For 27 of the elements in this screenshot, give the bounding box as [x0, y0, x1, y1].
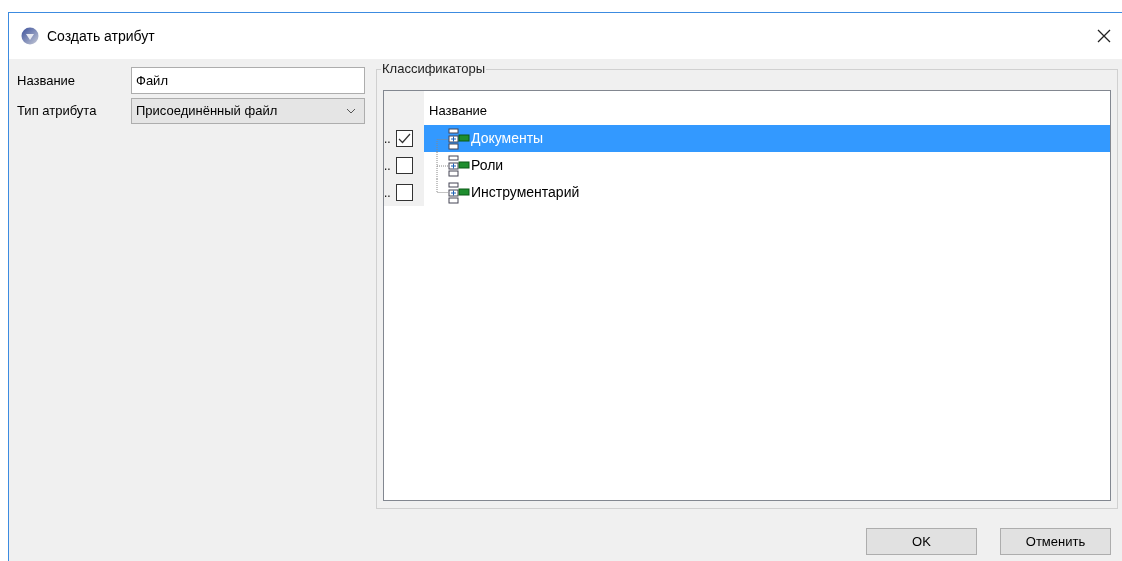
field-label: Тип атрибута: [16, 102, 98, 121]
row-checkbox[interactable]: [395, 130, 413, 147]
classifier-icon: [448, 154, 470, 177]
type-dropdown[interactable]: Присоединённый файл: [131, 98, 365, 124]
dialog-button[interactable]: Отменить: [1000, 528, 1111, 555]
row-prefix: ..: [384, 186, 391, 199]
row-prefix: ..: [384, 159, 391, 172]
app-logo-icon: [21, 27, 39, 45]
tree-item[interactable]: Инструментарий: [424, 179, 1110, 206]
tree-item-label: Роли: [471, 156, 504, 175]
column-header: Название: [428, 102, 488, 120]
close-icon: [1097, 29, 1111, 43]
chevron-down-icon: [346, 108, 356, 114]
dropdown-value: Присоединённый файл: [136, 102, 279, 121]
dialog-button[interactable]: OK: [866, 528, 977, 555]
window-title: Создать атрибут: [47, 26, 155, 46]
classifier-icon: [448, 127, 470, 150]
tree-item-label: Инструментарий: [471, 183, 580, 202]
classifier-icon: [448, 181, 470, 204]
row-prefix: ..: [384, 132, 391, 145]
tree-item[interactable]: Роли: [424, 152, 1110, 179]
row-checkbox[interactable]: [395, 157, 413, 174]
field-label: Название: [16, 71, 77, 90]
tree-item-label: Документы: [471, 129, 544, 148]
group-title: Классификаторы: [381, 61, 487, 77]
row-checkbox[interactable]: [395, 184, 413, 201]
name-input[interactable]: Файл: [131, 67, 365, 94]
